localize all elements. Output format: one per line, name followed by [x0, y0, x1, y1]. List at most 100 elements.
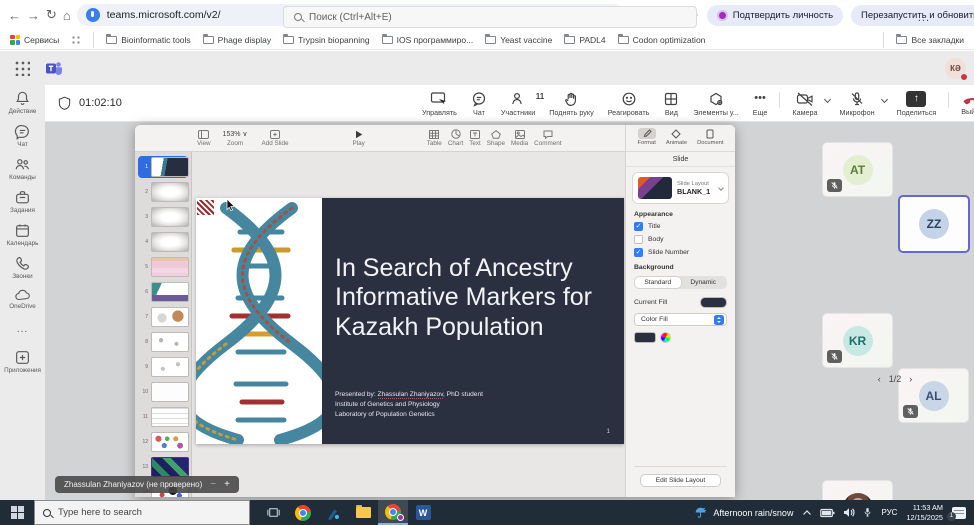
react-button[interactable]: Реагировать — [601, 91, 657, 117]
bookmark-folder[interactable]: PADL4 — [564, 35, 605, 45]
keynote-media-button[interactable]: Media — [511, 129, 528, 147]
keynote-play-button[interactable]: Play — [353, 129, 365, 147]
bookmark-services[interactable]: Сервисы — [10, 35, 59, 45]
title-checkbox-row[interactable]: ✓Title — [634, 222, 727, 231]
chrome-profile-taskbar-button[interactable] — [378, 500, 408, 525]
taskbar-clock[interactable]: 11:53 AM 12/15/2025 — [906, 503, 943, 521]
more-button[interactable]: ••• Еще — [746, 91, 775, 117]
tray-expand-icon[interactable] — [802, 509, 812, 517]
edit-slide-layout-button[interactable]: Edit Slide Layout — [640, 474, 721, 487]
sidebar-item-activity[interactable]: Действие — [0, 90, 45, 115]
chrome-taskbar-button[interactable] — [288, 500, 318, 525]
file-explorer-taskbar-button[interactable] — [348, 500, 378, 525]
inspector-tab-animate[interactable]: Animate — [666, 128, 687, 151]
slide-number-checkbox-row[interactable]: ✓Slide Number — [634, 248, 727, 257]
slide-thumbnail[interactable]: 10 — [138, 381, 188, 403]
view-button[interactable]: Вид — [656, 91, 686, 117]
slide-thumbnail-selected[interactable]: 1 — [138, 156, 188, 178]
keynote-zoom-control[interactable]: 153% ∨ Zoom — [223, 129, 248, 147]
overlay-zoom-out-button[interactable]: − — [210, 479, 216, 490]
task-view-button[interactable] — [258, 500, 288, 525]
sidebar-item-assignments[interactable]: Задания — [0, 189, 45, 214]
bookmark-folder[interactable]: Trypsin biopanning — [283, 35, 370, 45]
bookmark-folder[interactable]: Yeast vaccine — [485, 35, 552, 45]
slide-thumbnail[interactable]: 2 — [138, 181, 188, 203]
raise-hand-button[interactable]: Поднять руку — [542, 91, 600, 117]
voice-search-icon[interactable] — [86, 8, 100, 22]
slide-thumbnail[interactable]: 11 — [138, 406, 188, 428]
word-taskbar-button[interactable]: W — [408, 500, 438, 525]
bookmark-folder[interactable]: IOS программиро... — [382, 35, 474, 45]
participant-tile[interactable]: KR — [822, 313, 893, 368]
tray-mic-icon[interactable] — [863, 507, 872, 518]
elements-button[interactable]: Элементы у... — [686, 91, 745, 117]
keynote-comment-button[interactable]: Comment — [534, 129, 561, 147]
header-more-icon[interactable]: ... — [918, 12, 930, 24]
teams-search-input[interactable]: Поиск (Ctrl+Alt+E) — [283, 6, 697, 28]
checkbox-checked-icon[interactable]: ✓ — [634, 248, 643, 257]
all-bookmarks-button[interactable]: Все закладки — [896, 35, 964, 45]
keynote-chart-button[interactable]: Chart — [448, 129, 463, 147]
current-fill-swatch[interactable] — [700, 297, 727, 308]
slide-layout-selector[interactable]: Slide Layout BLANK_1 — [632, 172, 729, 204]
slide-thumbnail[interactable]: 12 — [138, 431, 188, 453]
keynote-shape-button[interactable]: Shape — [487, 129, 505, 147]
sidebar-item-onedrive[interactable]: OneDrive — [0, 288, 45, 310]
user-avatar[interactable]: КӘ — [945, 58, 966, 79]
sidebar-item-calls[interactable]: Звонки — [0, 255, 45, 280]
taskbar-search-input[interactable]: Type here to search — [34, 500, 250, 525]
slide-thumbnail[interactable]: 4 — [138, 231, 188, 253]
camera-options-chevron-icon[interactable] — [823, 96, 830, 103]
sidebar-item-teams[interactable]: Команды — [0, 156, 45, 181]
slide-thumbnail[interactable]: 7 — [138, 306, 188, 328]
start-button[interactable] — [0, 500, 34, 525]
mic-options-chevron-icon[interactable] — [881, 96, 888, 103]
keynote-add-slide-button[interactable]: Add Slide — [262, 129, 289, 147]
sidebar-item-chat[interactable]: Чат — [0, 123, 45, 148]
mic-button[interactable]: Микрофон — [833, 91, 882, 117]
segment-standard[interactable]: Standard — [635, 277, 681, 288]
slide-thumbnail[interactable]: 9 — [138, 356, 188, 378]
meeting-chat-button[interactable]: Чат — [464, 91, 494, 117]
color-wheel-icon[interactable] — [660, 332, 671, 343]
keynote-table-button[interactable]: Table — [427, 129, 442, 147]
inspector-tab-format[interactable]: Format — [637, 128, 655, 151]
background-color-well[interactable] — [634, 332, 656, 343]
keynote-text-button[interactable]: Text — [469, 129, 481, 147]
back-icon[interactable]: ← — [8, 8, 21, 23]
share-screen-button[interactable]: ↑ Поделиться — [890, 91, 944, 117]
slide-thumbnail[interactable]: 13 — [138, 456, 188, 478]
pager-next-icon[interactable]: › — [909, 374, 912, 384]
language-indicator[interactable]: РУС — [881, 508, 897, 517]
sidebar-item-apps[interactable]: Приложения — [0, 349, 45, 374]
camera-button[interactable]: Камера — [785, 91, 824, 117]
home-icon[interactable]: ⌂ — [63, 8, 71, 23]
sidebar-item-calendar[interactable]: Календарь — [0, 222, 45, 247]
body-checkbox-row[interactable]: Body — [634, 235, 727, 244]
inspector-tab-document[interactable]: Document — [697, 128, 723, 151]
apps-grid-icon[interactable] — [71, 35, 81, 45]
participants-button[interactable]: 11 Участники — [494, 91, 542, 117]
participant-tile[interactable]: AT — [822, 142, 893, 197]
weather-widget[interactable]: Afternoon rain/snow — [694, 506, 793, 519]
slide-thumbnail[interactable]: 6 — [138, 281, 188, 303]
bookmark-folder[interactable]: Phage display — [203, 35, 271, 45]
bookmark-folder[interactable]: Bioinformatic tools — [106, 35, 190, 45]
fill-type-select[interactable]: Color Fill — [634, 313, 727, 326]
notification-center-button[interactable]: 1 — [952, 507, 966, 519]
pager-prev-icon[interactable]: ‹ — [878, 374, 881, 384]
manage-button[interactable]: Управлять — [415, 91, 464, 117]
slide-thumbnail[interactable]: 8 — [138, 331, 188, 353]
pen-app-taskbar-button[interactable] — [318, 500, 348, 525]
verify-identity-button[interactable]: Подтвердить личность — [707, 5, 843, 26]
forward-icon[interactable]: → — [27, 8, 40, 23]
keynote-view-button[interactable]: View — [197, 129, 211, 147]
slide-thumbnail[interactable]: 3 — [138, 206, 188, 228]
sidebar-item-more[interactable]: ... — [0, 324, 45, 335]
speaker-icon[interactable] — [843, 507, 855, 518]
slide-thumbnail[interactable]: 5 — [138, 256, 188, 278]
overlay-zoom-in-button[interactable]: + — [224, 479, 230, 490]
app-launcher-icon[interactable] — [14, 60, 30, 76]
segment-dynamic[interactable]: Dynamic — [681, 277, 727, 288]
leave-button[interactable]: Выйти — [954, 92, 974, 116]
